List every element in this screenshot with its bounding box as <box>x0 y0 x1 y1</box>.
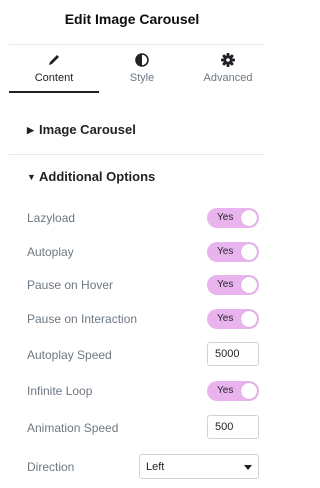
tab-style-label: Style <box>129 72 155 84</box>
autoplay-toggle[interactable]: Yes <box>207 242 259 262</box>
pause-on-hover-toggle[interactable]: Yes <box>207 275 259 295</box>
caret-down-icon: ▼ <box>27 172 36 182</box>
autoplay-speed-label: Autoplay Speed <box>27 348 112 362</box>
infinite-loop-toggle-value: Yes <box>217 385 234 396</box>
toggle-knob <box>241 311 257 327</box>
lazyload-toggle[interactable]: Yes <box>207 208 259 228</box>
toggle-knob <box>241 277 257 293</box>
autoplay-row: Autoplay Yes <box>27 239 259 265</box>
toggle-knob <box>241 383 257 399</box>
contrast-icon <box>135 53 149 67</box>
pause-on-interaction-row: Pause on Interaction Yes <box>27 306 259 332</box>
tab-advanced-label: Advanced <box>203 72 253 84</box>
toggle-knob <box>241 244 257 260</box>
infinite-loop-toggle[interactable]: Yes <box>207 381 259 401</box>
animation-speed-label: Animation Speed <box>27 421 119 435</box>
infinite-loop-row: Infinite Loop Yes <box>27 378 259 404</box>
tab-content[interactable]: Content <box>9 45 99 93</box>
panel-title: Edit Image Carousel <box>64 11 200 27</box>
pause-on-hover-toggle-value: Yes <box>217 279 234 290</box>
pause-on-interaction-toggle[interactable]: Yes <box>207 309 259 329</box>
lazyload-row: Lazyload Yes <box>27 205 259 231</box>
direction-select[interactable]: Left <box>139 454 259 479</box>
autoplay-label: Autoplay <box>27 245 74 259</box>
pause-on-hover-label: Pause on Hover <box>27 278 114 292</box>
infinite-loop-label: Infinite Loop <box>27 384 93 398</box>
panel-header: Edit Image Carousel <box>0 0 264 40</box>
animation-speed-row: Animation Speed 500 <box>27 415 259 441</box>
autoplay-speed-input[interactable]: 5000 <box>207 342 259 366</box>
pause-on-hover-row: Pause on Hover Yes <box>27 272 259 298</box>
pause-on-interaction-label: Pause on Interaction <box>27 312 138 326</box>
direction-select-value: Left <box>146 461 165 473</box>
section-image-carousel-label: Image Carousel <box>39 122 136 137</box>
autoplay-speed-row: Autoplay Speed 5000 <box>27 342 259 368</box>
toggle-knob <box>241 210 257 226</box>
lazyload-toggle-value: Yes <box>217 212 234 223</box>
tab-advanced[interactable]: Advanced <box>183 45 273 93</box>
chevron-down-icon <box>244 465 252 470</box>
panel-tabs: Content Style Advanced <box>9 44 264 93</box>
direction-label: Direction <box>27 460 75 474</box>
tab-style[interactable]: Style <box>97 45 187 93</box>
autoplay-toggle-value: Yes <box>217 246 234 257</box>
section-additional-options[interactable]: ▼ Additional Options <box>27 169 155 189</box>
section-additional-options-label: Additional Options <box>39 169 156 184</box>
gear-icon <box>221 53 235 67</box>
section-divider <box>9 154 264 155</box>
pencil-icon <box>49 55 59 65</box>
lazyload-label: Lazyload <box>27 211 76 225</box>
section-image-carousel[interactable]: ▶ Image Carousel <box>27 122 136 142</box>
animation-speed-input[interactable]: 500 <box>207 415 259 439</box>
tab-content-label: Content <box>34 72 74 84</box>
caret-right-icon: ▶ <box>27 125 34 135</box>
direction-row: Direction Left <box>27 454 259 480</box>
pause-on-interaction-toggle-value: Yes <box>217 313 234 324</box>
